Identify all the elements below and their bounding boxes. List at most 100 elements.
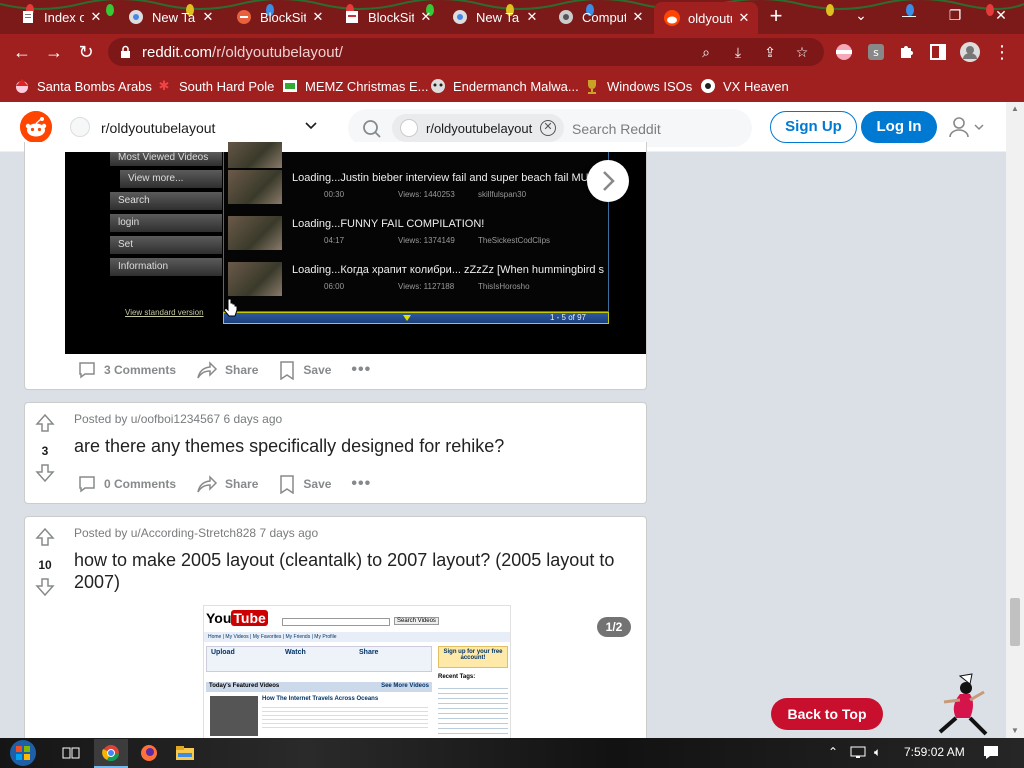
youtube-subreddit-icon — [70, 117, 90, 137]
volume-icon[interactable]: 🔈︎ — [874, 745, 881, 760]
upvote-arrow-icon[interactable] — [35, 527, 55, 547]
search-community-chip[interactable]: r/oldyoutubelayout ✕ — [392, 114, 564, 142]
log-in-button[interactable]: Log In — [861, 111, 937, 143]
taskbar-chrome-button[interactable] — [94, 739, 128, 768]
tab-oldyoutubelayout[interactable]: oldyoutubelayout ✕ — [654, 2, 758, 34]
minimize-button[interactable]: — — [886, 0, 932, 30]
post-video-screenshot[interactable]: Most Viewed Videos View more... Search l… — [65, 142, 646, 354]
side-panel-icon[interactable] — [928, 42, 948, 62]
bookmark-star-icon[interactable]: ☆ — [794, 44, 810, 60]
user-menu-icon[interactable] — [948, 116, 988, 138]
community-switcher-label[interactable]: r/oldyoutubelayout — [101, 120, 215, 136]
task-view-icon[interactable] — [60, 743, 82, 763]
back-arrow-icon[interactable]: ← — [10, 40, 34, 64]
maximize-button[interactable]: ❐ — [932, 0, 978, 30]
chrome-icon — [452, 9, 468, 25]
downvote-arrow-icon[interactable] — [35, 463, 55, 483]
share-button[interactable]: Share — [196, 474, 258, 494]
tab-strip: Index of ✕ New Tab ✕ BlockSite ✕ BlockSi… — [0, 0, 1024, 34]
tab-index-of[interactable]: Index of ✕ — [10, 2, 110, 32]
search-icon — [363, 120, 381, 138]
save-button[interactable]: Save — [278, 360, 331, 380]
forward-arrow-icon[interactable]: → — [42, 40, 66, 64]
tray-chevron-up-icon[interactable]: ⌃ — [828, 745, 838, 759]
share-button[interactable]: Share — [196, 360, 258, 380]
post-card[interactable]: 10 Posted by u/According-Stretch828 7 da… — [24, 516, 647, 746]
comments-button[interactable]: 3 Comments — [77, 360, 176, 380]
close-icon[interactable]: ✕ — [630, 9, 646, 25]
bookmark-south-hard-pole[interactable]: ✱ South Hard Pole — [156, 76, 275, 96]
save-button[interactable]: Save — [278, 474, 331, 494]
browser-toolbar: ← → ↻ reddit.com/r/oldyoutubelayout/ ⌕ ⤓… — [0, 34, 1024, 70]
extension-flag-icon[interactable] — [834, 42, 854, 62]
tab-blocksite-2[interactable]: BlockSite ✕ — [334, 2, 440, 32]
youtube-logo: You Tube — [206, 610, 268, 626]
clock[interactable]: 7:59:02 AM — [904, 745, 965, 759]
list-item: Loading...Когда храпит колибри... zZzZz … — [228, 260, 606, 300]
windows-start-button[interactable] — [8, 739, 38, 767]
share-icon[interactable]: ⇪ — [762, 44, 778, 60]
close-icon[interactable]: ✕ — [310, 9, 326, 25]
firefox-icon[interactable] — [138, 743, 160, 763]
scroll-down-arrow-icon[interactable]: ▼ — [1010, 726, 1020, 736]
tab-computer[interactable]: Computer ✕ — [548, 2, 652, 32]
bookmark-santa-bombs[interactable]: Santa Bombs Arabs — [14, 76, 152, 96]
install-icon[interactable]: ⤓ — [730, 44, 746, 60]
back-to-top-button[interactable]: Back to Top — [771, 698, 883, 730]
chevron-down-icon[interactable] — [304, 118, 318, 132]
search-icon[interactable]: ⌕ — [698, 44, 714, 60]
address-bar[interactable]: reddit.com/r/oldyoutubelayout/ ⌕ ⤓ ⇪ ☆ — [108, 38, 824, 66]
close-icon[interactable]: ✕ — [736, 10, 752, 26]
new-tab-button[interactable]: + — [764, 5, 788, 29]
close-icon[interactable]: ✕ — [524, 9, 540, 25]
tab-search-chevron-icon[interactable]: ⌄ — [838, 0, 884, 30]
scroll-up-arrow-icon[interactable]: ▲ — [1010, 104, 1020, 114]
bookmark-windows-isos[interactable]: Windows ISOs — [584, 76, 692, 96]
page-scrollbar[interactable]: ▲ ▼ — [1006, 102, 1024, 738]
profile-avatar-icon[interactable] — [960, 42, 980, 62]
network-icon[interactable] — [850, 745, 868, 762]
notifications-icon[interactable] — [982, 744, 1000, 763]
comments-button[interactable]: 0 Comments — [77, 474, 176, 494]
post-title[interactable]: how to make 2005 layout (cleantalk) to 2… — [74, 549, 644, 593]
post-meta: Posted by u/According-Stretch828 7 days … — [74, 526, 319, 540]
post-card[interactable]: Most Viewed Videos View more... Search l… — [24, 142, 647, 390]
more-options-icon[interactable]: ••• — [351, 475, 371, 493]
extensions-puzzle-icon[interactable] — [896, 42, 916, 62]
close-icon[interactable]: ✕ — [200, 9, 216, 25]
snowflake-icon: ✱ — [158, 78, 170, 93]
chrome-menu-icon[interactable]: ⋮ — [990, 40, 1014, 64]
search-input[interactable]: Search Reddit — [572, 121, 661, 137]
image-counter: 1/2 — [597, 617, 631, 637]
post-title[interactable]: are there any themes specifically design… — [74, 435, 644, 457]
comment-icon — [79, 476, 95, 493]
post-score: 10 — [38, 558, 52, 572]
tab-new-tab-1[interactable]: New Tab ✕ — [118, 2, 222, 32]
decorative-mascot-icon — [938, 673, 988, 736]
extension-s-icon[interactable]: s — [866, 42, 886, 62]
bookmark-memz[interactable]: MEMZ Christmas E... — [282, 76, 429, 96]
close-icon[interactable]: ✕ — [88, 9, 104, 25]
computer-icon — [558, 9, 574, 25]
post-card[interactable]: 3 Posted by u/oofboi1234567 6 days ago a… — [24, 402, 647, 504]
reddit-logo-icon[interactable] — [20, 111, 52, 143]
bookmark-vx-heaven[interactable]: VX Heaven — [700, 76, 789, 96]
tab-new-tab-2[interactable]: New Tab ✕ — [442, 2, 546, 32]
downvote-arrow-icon[interactable] — [35, 577, 55, 597]
post-image-preview[interactable]: You Tube Search Videos Home | My Videos |… — [203, 605, 511, 745]
video-thumbnail — [228, 262, 282, 296]
upvote-arrow-icon[interactable] — [35, 413, 55, 433]
bookmark-endermanch[interactable]: Endermanch Malwa... — [430, 76, 579, 96]
reload-icon[interactable]: ↻ — [74, 40, 98, 64]
file-explorer-icon[interactable] — [174, 743, 196, 763]
next-image-button[interactable] — [587, 160, 629, 202]
youtube-side-menu: Most Viewed Videos View more... Search l… — [110, 152, 222, 280]
more-options-icon[interactable]: ••• — [351, 361, 371, 379]
scrollbar-thumb[interactable] — [1010, 598, 1020, 646]
window-close-button[interactable]: ✕ — [978, 0, 1024, 30]
video-thumbnail — [228, 170, 282, 204]
sign-up-button[interactable]: Sign Up — [770, 111, 857, 143]
clear-chip-icon[interactable]: ✕ — [540, 120, 556, 136]
close-icon[interactable]: ✕ — [418, 9, 434, 25]
tab-blocksite-1[interactable]: BlockSite ✕ — [226, 2, 332, 32]
